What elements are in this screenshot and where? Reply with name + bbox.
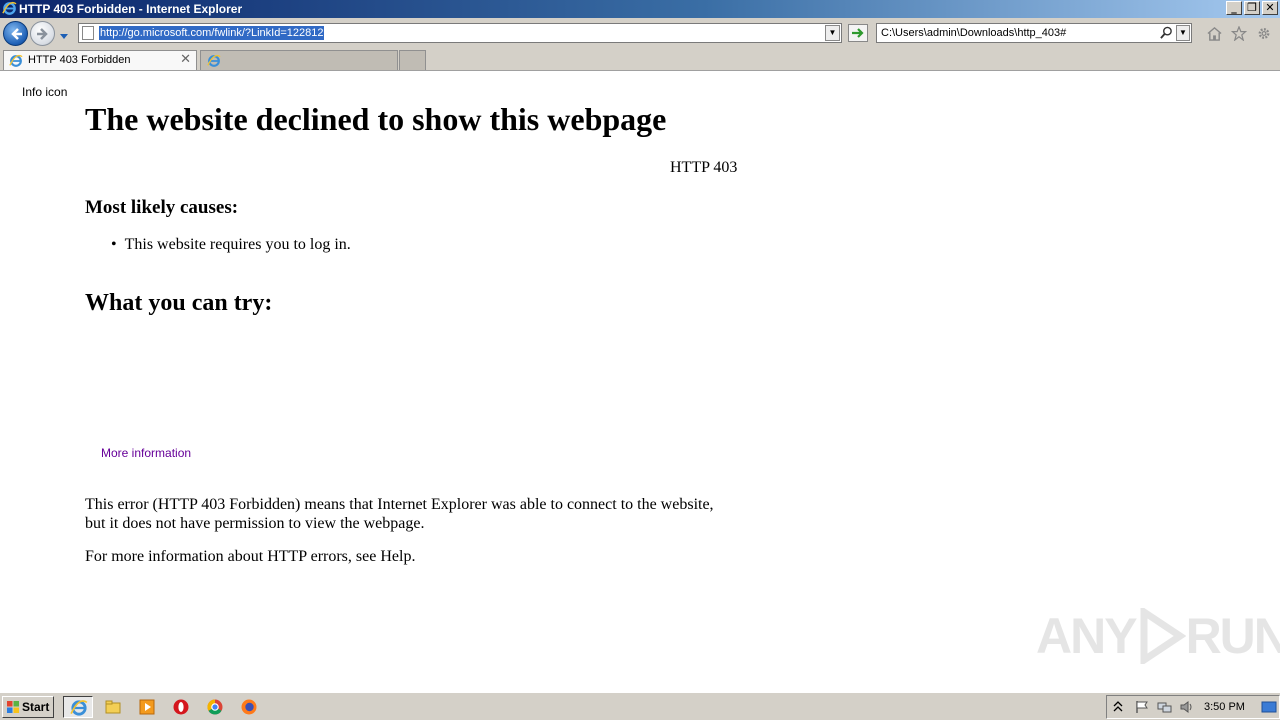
ie-logo-icon [2,1,17,19]
firefox-icon [241,699,257,715]
causes-list: This website requires you to log in. [111,236,351,254]
action-center-flag-icon[interactable] [1135,700,1149,719]
address-url[interactable]: http://go.microsoft.com/fwlink/?LinkId=1… [99,26,325,40]
address-bar[interactable]: http://go.microsoft.com/fwlink/?LinkId=1… [78,23,842,43]
window-title: HTTP 403 Forbidden - Internet Explorer [19,2,243,16]
causes-heading: Most likely causes: [85,197,239,218]
opera-icon [173,699,189,715]
try-heading: What you can try: [85,290,273,316]
taskbar-media-button[interactable] [132,696,162,718]
address-dropdown-button[interactable]: ▼ [825,25,840,41]
taskbar-chrome-button[interactable] [200,696,230,718]
forward-button[interactable] [30,21,55,46]
tab-bar: HTTP 403 Forbidden ✕ [0,48,1280,71]
list-item: This website requires you to log in. [111,236,351,254]
system-tray: 3:50 PM [1106,695,1280,719]
network-icon[interactable] [1157,700,1173,719]
ie-icon [70,700,88,716]
go-button[interactable] [848,24,868,42]
error-explanation: This error (HTTP 403 Forbidden) means th… [85,496,714,532]
page-content: Info icon The website declined to show t… [0,71,1280,692]
page-heading: The website declined to show this webpag… [85,101,667,137]
back-arrow-icon [11,28,22,40]
restore-button[interactable]: ❐ [1244,1,1260,15]
taskbar-opera-button[interactable] [166,696,196,718]
tab-http-403[interactable]: HTTP 403 Forbidden ✕ [3,50,197,70]
media-player-icon [139,699,155,715]
help-text: For more information about HTTP errors, … [85,548,416,565]
more-information-link[interactable]: More information [101,446,191,460]
search-icon[interactable] [1160,26,1173,44]
search-box[interactable]: C:\Users\admin\Downloads\http_403# ▼ [876,23,1192,43]
taskbar-explorer-button[interactable] [98,696,128,718]
windows-flag-icon [6,700,20,717]
http-status-code: HTTP 403 [670,159,738,176]
show-hidden-icons-icon[interactable] [1113,700,1123,719]
start-label: Start [22,700,50,714]
system-clock[interactable]: 3:50 PM [1204,701,1245,713]
anyrun-watermark: ANY RUN [1036,607,1280,665]
info-icon: Info icon [22,85,68,99]
minimize-button[interactable]: _ [1226,1,1242,15]
play-logo-icon [1140,608,1186,664]
back-button[interactable] [3,21,28,46]
chrome-icon [207,699,223,715]
volume-icon[interactable] [1179,700,1195,719]
search-dropdown-button[interactable]: ▼ [1176,25,1190,41]
taskbar-ie-button[interactable] [63,696,93,718]
watermark-text-left: ANY [1036,608,1138,664]
page-icon [82,26,94,40]
tab-label: HTTP 403 Forbidden [28,54,131,66]
navigation-bar: http://go.microsoft.com/fwlink/?LinkId=1… [0,18,1280,48]
tab-blank[interactable] [200,50,398,70]
watermark-text-right: RUN [1185,608,1280,664]
home-icon[interactable] [1206,26,1223,46]
tools-gear-icon[interactable] [1256,26,1272,46]
favorites-star-icon[interactable] [1230,25,1248,46]
forward-arrow-icon [37,28,48,40]
folder-icon [105,700,121,714]
recent-pages-dropdown-icon[interactable] [59,28,69,46]
tab-close-icon[interactable]: ✕ [180,52,191,67]
window-controls: _ ❐ ✕ [1226,1,1278,15]
search-input[interactable]: C:\Users\admin\Downloads\http_403# [881,27,1066,39]
start-button[interactable]: Start [2,696,54,718]
taskbar: Start 3:50 PM [0,692,1280,720]
new-tab-button[interactable] [399,50,426,70]
taskbar-firefox-button[interactable] [234,696,264,718]
go-arrow-icon [852,28,864,38]
show-desktop-icon[interactable] [1261,700,1277,719]
close-button[interactable]: ✕ [1262,1,1278,15]
window-title-bar: HTTP 403 Forbidden - Internet Explorer _… [0,0,1280,18]
